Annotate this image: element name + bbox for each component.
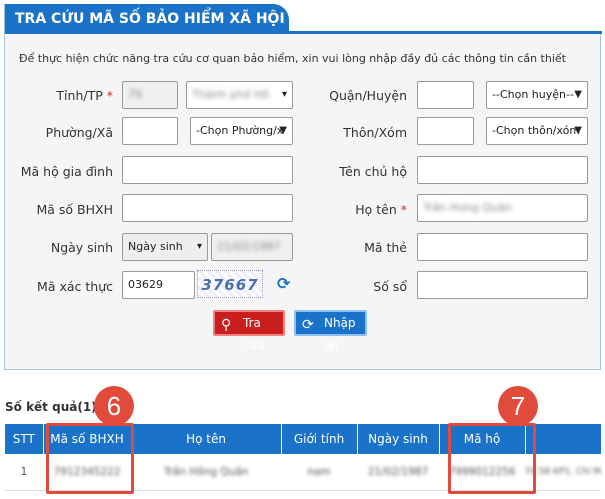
ward-label: Phường/Xã [45, 125, 113, 140]
col-stt: STT [5, 424, 44, 454]
annotation-marker-7: 7 [498, 386, 538, 426]
province-label: Tỉnh/TP * [56, 88, 113, 103]
hamlet-select[interactable]: -Chọn thôn/xóm [486, 117, 588, 145]
captcha-image: 37667 [197, 270, 263, 298]
col-fullname: Họ tên [131, 424, 282, 454]
dob-type-select[interactable]: Ngày sinh [122, 233, 208, 261]
province-code-field[interactable]: 79 [122, 81, 178, 109]
instruction-text: Để thực hiện chức năng tra cứu cơ quan b… [19, 52, 566, 65]
search-panel: TRA CỨU MÃ SỐ BẢO HIỂM XÃ HỘI Để thực hi… [4, 4, 602, 370]
refresh-captcha-icon[interactable]: ⟳ [277, 276, 293, 292]
hamlet-code-field[interactable] [417, 117, 474, 145]
bhxh-input[interactable] [122, 194, 293, 222]
household-head-label: Tên chủ hộ [339, 164, 407, 179]
refresh-icon: ⟳ [302, 317, 314, 333]
district-code-field[interactable] [417, 81, 474, 109]
cell-dob: 21/02/1987 [357, 454, 439, 491]
col-dob: Ngày sinh [357, 424, 440, 454]
result-count: Số kết quả(1) [5, 400, 97, 414]
search-button[interactable]: ⚲ Tra cứu [213, 310, 285, 352]
fullname-input[interactable]: Trần Hưng Quân [417, 194, 588, 222]
household-code-input[interactable] [122, 156, 293, 184]
cell-stt: 1 [5, 454, 43, 491]
cell-gender: nam [281, 454, 357, 491]
card-label: Mã thẻ [364, 240, 407, 255]
captcha-label: Mã xác thực [37, 279, 113, 294]
reset-button[interactable]: ⟳ Nhập lại [294, 310, 367, 352]
col-gender: Giới tính [281, 424, 358, 454]
card-input[interactable] [417, 233, 588, 261]
hamlet-label: Thôn/Xóm [343, 125, 407, 140]
annotation-marker-6: 6 [94, 386, 134, 426]
captcha-input[interactable]: 03629 [122, 271, 195, 299]
fullname-label: Họ tên * [355, 202, 407, 217]
cell-address: Tổ 58 KP1, Chí Minh [525, 454, 601, 491]
province-select[interactable]: Thành phố Hồ [186, 81, 293, 109]
dob-label: Ngày sinh [50, 240, 113, 255]
col-address [525, 424, 602, 454]
cell-fullname: Trần Hồng Quân [131, 454, 281, 491]
page-title: TRA CỨU MÃ SỐ BẢO HIỂM XÃ HỘI [5, 4, 289, 34]
highlight-household-column [448, 423, 536, 494]
book-input[interactable] [417, 271, 588, 299]
search-icon: ⚲ [221, 317, 232, 333]
book-label: Số sổ [373, 279, 407, 294]
dob-input[interactable]: 21/02/1987 [211, 233, 293, 261]
ward-select[interactable]: -Chọn Phường/x [190, 117, 293, 145]
district-label: Quận/Huyện [329, 88, 407, 103]
district-select[interactable]: --Chọn huyện-- [486, 81, 588, 109]
household-code-label: Mã hộ gia đình [20, 164, 113, 179]
bhxh-label: Mã số BHXH [36, 202, 114, 217]
household-head-input[interactable] [417, 156, 588, 184]
panel-header: TRA CỨU MÃ SỐ BẢO HIỂM XÃ HỘI [5, 4, 602, 34]
ward-code-field[interactable] [122, 117, 178, 145]
highlight-bhxh-column [46, 423, 134, 494]
